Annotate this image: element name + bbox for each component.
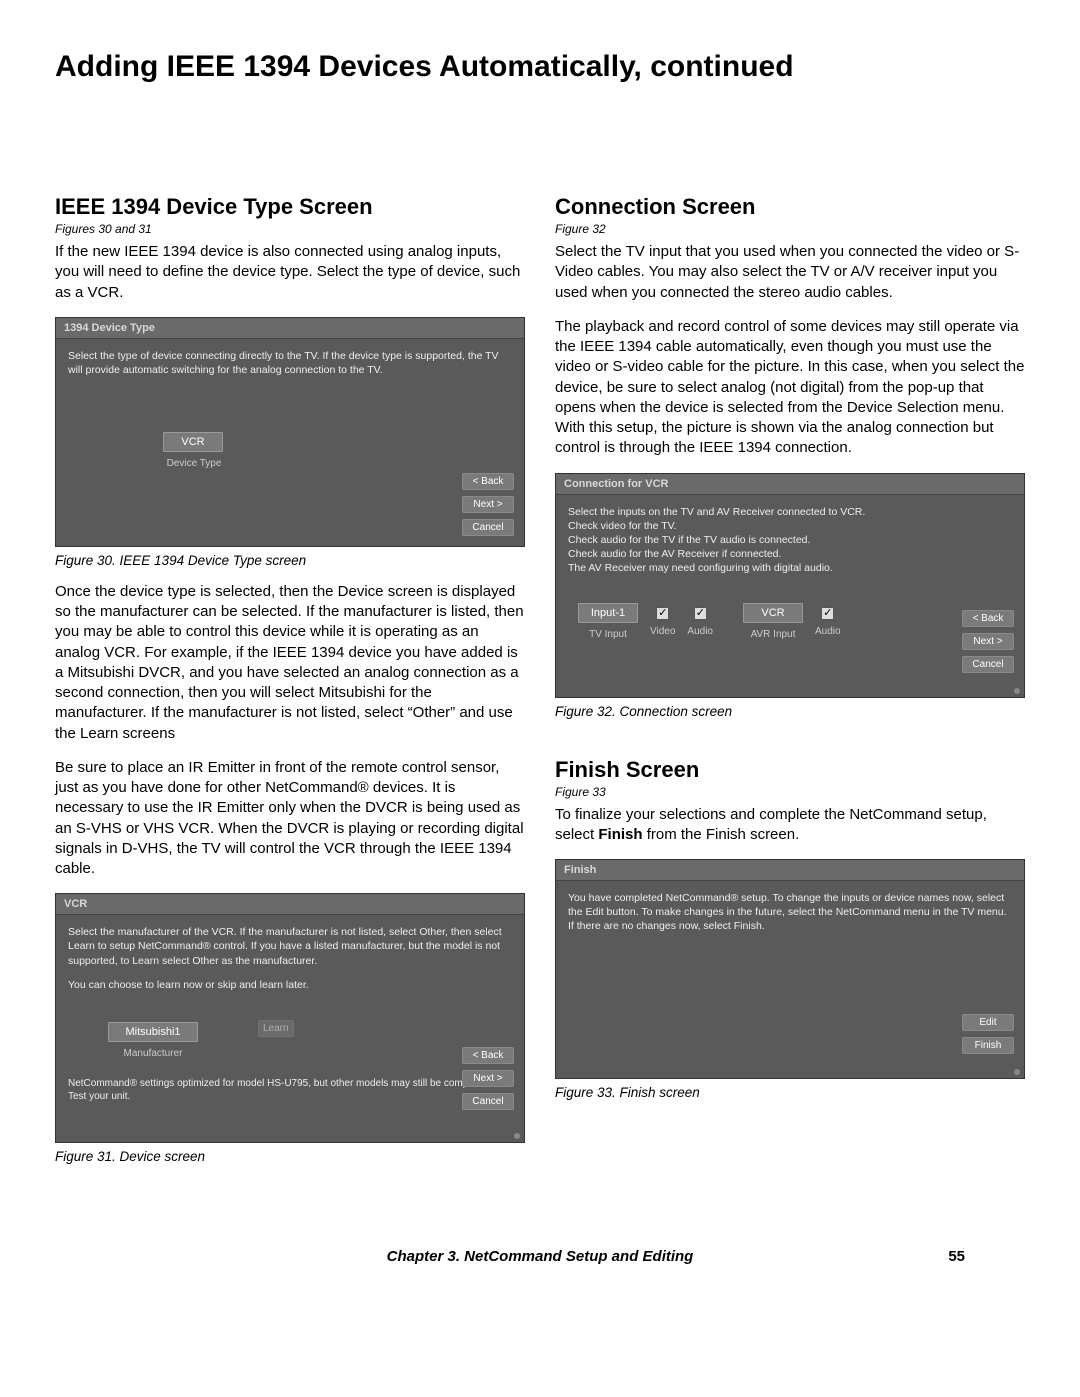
dialog-finish: Finish You have completed NetCommand® se…: [555, 859, 1025, 1079]
next-button[interactable]: Next >: [462, 496, 514, 513]
audio2-label: Audio: [815, 626, 841, 637]
figref-30-31: Figures 30 and 31: [55, 222, 525, 236]
dialog-instructions: Select the inputs on the TV and AV Recei…: [568, 505, 1012, 576]
avr-input-field[interactable]: VCR: [743, 603, 803, 623]
heading-finish: Finish Screen: [555, 757, 1025, 783]
dialog-vcr-manufacturer: VCR Select the manufacturer of the VCR. …: [55, 893, 525, 1143]
avr-input-label: AVR Input: [743, 629, 803, 640]
device-type-label: Device Type: [159, 458, 229, 469]
dialog-title: Finish: [556, 860, 1024, 881]
dialog-title: Connection for VCR: [556, 474, 1024, 495]
next-button[interactable]: Next >: [462, 1070, 514, 1087]
para-connection-1: Select the TV input that you used when y…: [555, 242, 1025, 303]
dialog-note: NetCommand® settings optimized for model…: [68, 1077, 512, 1104]
footer-chapter: Chapter 3. NetCommand Setup and Editing: [387, 1248, 694, 1265]
cancel-button[interactable]: Cancel: [962, 656, 1014, 673]
video-label: Video: [650, 626, 675, 637]
content-columns: IEEE 1394 Device Type Screen Figures 30 …: [55, 194, 1025, 1178]
instr-line: The AV Receiver may need configuring wit…: [568, 561, 1012, 575]
heading-device-type: IEEE 1394 Device Type Screen: [55, 194, 525, 220]
tv-input-label: TV Input: [578, 629, 638, 640]
left-column: IEEE 1394 Device Type Screen Figures 30 …: [55, 194, 525, 1178]
video-checkbox[interactable]: [656, 607, 669, 620]
cancel-button[interactable]: Cancel: [462, 519, 514, 536]
dialog-instructions-1: Select the manufacturer of the VCR. If t…: [68, 925, 512, 968]
dialog-instructions: You have completed NetCommand® setup. To…: [568, 891, 1012, 934]
dialog-connection: Connection for VCR Select the inputs on …: [555, 473, 1025, 698]
page-number: 55: [948, 1248, 965, 1265]
cancel-button[interactable]: Cancel: [462, 1093, 514, 1110]
instr-line: Select the inputs on the TV and AV Recei…: [568, 505, 1012, 519]
para-finish: To finalize your selections and complete…: [555, 805, 1025, 846]
dialog-instructions-2: You can choose to learn now or skip and …: [68, 978, 512, 992]
caption-fig31: Figure 31. Device screen: [55, 1149, 525, 1164]
dialog-instructions: Select the type of device connecting dir…: [68, 349, 512, 377]
para-ir-emitter: Be sure to place an IR Emitter in front …: [55, 758, 525, 880]
audio2-checkbox[interactable]: [821, 607, 834, 620]
figref-32: Figure 32: [555, 222, 1025, 236]
next-button[interactable]: Next >: [962, 633, 1014, 650]
para-device-screen: Once the device type is selected, then t…: [55, 582, 525, 744]
page-footer: Chapter 3. NetCommand Setup and Editing …: [55, 1248, 1025, 1265]
resize-grip-icon: [1014, 688, 1020, 694]
resize-grip-icon: [514, 1133, 520, 1139]
back-button[interactable]: < Back: [962, 610, 1014, 627]
audio-checkbox[interactable]: [694, 607, 707, 620]
instr-line: Check audio for the TV if the TV audio i…: [568, 533, 1012, 547]
caption-fig33: Figure 33. Finish screen: [555, 1085, 1025, 1100]
instr-line: Check video for the TV.: [568, 519, 1012, 533]
resize-grip-icon: [1014, 1069, 1020, 1075]
dialog-title: VCR: [56, 894, 524, 915]
finish-button[interactable]: Finish: [962, 1037, 1014, 1054]
caption-fig32: Figure 32. Connection screen: [555, 704, 1025, 719]
device-type-field[interactable]: VCR: [163, 432, 223, 452]
para-finish-c: from the Finish screen.: [643, 826, 800, 843]
heading-connection: Connection Screen: [555, 194, 1025, 220]
instr-line: Check audio for the AV Receiver if conne…: [568, 547, 1012, 561]
page-title: Adding IEEE 1394 Devices Automatically, …: [55, 50, 1025, 84]
edit-button[interactable]: Edit: [962, 1014, 1014, 1031]
figref-33: Figure 33: [555, 785, 1025, 799]
audio-label: Audio: [687, 626, 713, 637]
back-button[interactable]: < Back: [462, 1047, 514, 1064]
para-device-type-intro: If the new IEEE 1394 device is also conn…: [55, 242, 525, 303]
dialog-1394-device-type: 1394 Device Type Select the type of devi…: [55, 317, 525, 547]
back-button[interactable]: < Back: [462, 473, 514, 490]
right-column: Connection Screen Figure 32 Select the T…: [555, 194, 1025, 1178]
caption-fig30: Figure 30. IEEE 1394 Device Type screen: [55, 553, 525, 568]
dialog-title: 1394 Device Type: [56, 318, 524, 339]
tv-input-field[interactable]: Input-1: [578, 603, 638, 623]
learn-button[interactable]: Learn: [258, 1020, 294, 1037]
manufacturer-label: Manufacturer: [108, 1048, 198, 1059]
para-finish-b: Finish: [598, 826, 642, 843]
manufacturer-field[interactable]: Mitsubishi1: [108, 1022, 198, 1042]
para-connection-2: The playback and record control of some …: [555, 317, 1025, 459]
